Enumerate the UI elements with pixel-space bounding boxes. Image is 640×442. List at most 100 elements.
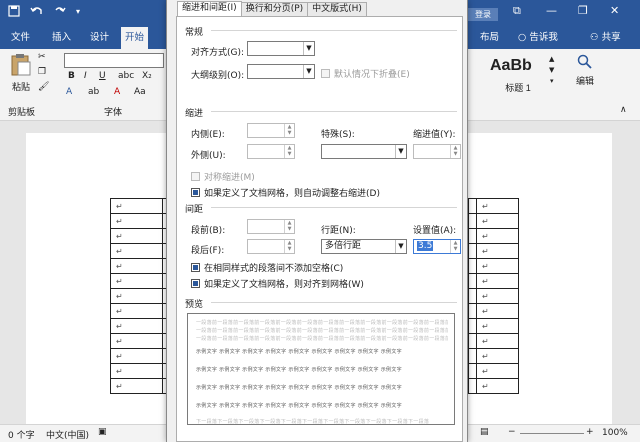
paste-button[interactable]: 粘贴 <box>8 53 34 93</box>
change-case-icon[interactable]: Aa <box>134 87 146 97</box>
search-icon <box>577 54 592 69</box>
style-gallery-item[interactable]: AaBb 标题 1 <box>490 57 546 93</box>
tab-file[interactable]: 文件 <box>7 27 34 49</box>
auto-adjust-indent-checkbox[interactable]: 如果定义了文档网格，则自动调整右缩进(D) <box>191 186 380 199</box>
preview-section-title: 预览 <box>185 300 204 310</box>
strikethrough-button[interactable]: abc <box>118 71 134 81</box>
zoom-out-icon[interactable]: − <box>508 427 516 437</box>
outline-level-combo[interactable]: ▼ <box>247 64 315 79</box>
read-mode-icon[interactable]: ▤ <box>480 427 489 437</box>
minimize-icon[interactable]: — <box>546 4 557 17</box>
subscript-button[interactable]: X₂ <box>142 71 152 81</box>
language-indicator[interactable]: 中文(中国) <box>46 428 89 441</box>
tab-asian-typography[interactable]: 中文版式(H) <box>307 2 367 16</box>
cut-icon[interactable]: ✂ <box>38 52 46 62</box>
zoom-in-icon[interactable]: + <box>586 427 594 437</box>
restore-icon[interactable]: ❐ <box>578 4 588 17</box>
divider <box>211 302 457 303</box>
document-table-right[interactable]: ↵ ↵ ↵ ↵ ↵ ↵ ↵ ↵ ↵ ↵ ↵ ↵ ↵ <box>468 198 519 394</box>
redo-icon[interactable] <box>54 5 66 20</box>
document-table-left[interactable]: ↵ ↵ ↵ ↵ ↵ ↵ ↵ ↵ ↵ ↵ ↵ ↵ ↵ <box>110 198 169 394</box>
layout-icon[interactable]: ▣ <box>98 427 107 437</box>
line-spacing-label: 行距(N): <box>321 226 356 236</box>
edit-button[interactable]: 编辑 <box>572 53 598 87</box>
indent-value-label: 缩进值(Y): <box>413 130 456 140</box>
format-painter-icon[interactable]: 🖌 <box>38 82 49 92</box>
inside-indent-spinner[interactable]: ▲ ▼ <box>247 123 295 138</box>
space-after-label: 段后(F): <box>191 246 225 256</box>
indent-section-title: 缩进 <box>185 109 204 119</box>
login-button[interactable]: 登录 <box>468 8 498 21</box>
font-group-label: 字体 <box>104 108 123 118</box>
preview-prev-paragraph: 一段落前一段落前一段落前一段落前一段落前一段落前一段落前一段落前一段落前一段落前… <box>196 336 448 342</box>
spacing-section-title: 间距 <box>185 205 204 215</box>
divider <box>211 207 457 208</box>
tell-me-button[interactable]: ○ 告诉我 <box>514 27 562 49</box>
preview-sample-line: 示例文字 示例文字 示例文字 示例文字 示例文字 示例文字 示例文字 示例文字 … <box>196 403 402 409</box>
special-indent-combo[interactable]: ▼ <box>321 144 407 159</box>
share-button[interactable]: ⚇ 共享 <box>586 27 625 49</box>
tab-insert[interactable]: 插入 <box>48 27 75 49</box>
font-color-icon[interactable]: A <box>114 87 120 97</box>
chevron-down-icon: ▼ <box>303 42 314 55</box>
spinner-arrows-icon[interactable]: ▲ ▼ <box>284 220 294 233</box>
space-after-spinner[interactable]: ▲ ▼ <box>247 239 295 254</box>
tab-design[interactable]: 设计 <box>86 27 113 49</box>
divider <box>211 111 457 112</box>
preview-sample-line: 示例文字 示例文字 示例文字 示例文字 示例文字 示例文字 示例文字 示例文字 … <box>196 349 402 355</box>
underline-button[interactable]: U <box>99 71 106 81</box>
undo-icon[interactable] <box>30 5 44 20</box>
preview-box: 一段落前一段落前一段落前一段落前一段落前一段落前一段落前一段落前一段落前一段落前… <box>187 313 455 425</box>
spinner-arrows-icon[interactable]: ▲ ▼ <box>284 145 294 158</box>
bold-button[interactable]: B <box>68 71 75 81</box>
indent-value-spinner[interactable]: ▲ ▼ <box>413 144 461 159</box>
tab-home[interactable]: 开始 <box>121 27 149 49</box>
clipboard-icon <box>11 54 31 76</box>
tab-line-page-breaks[interactable]: 换行和分页(P) <box>240 2 309 16</box>
collapse-default-checkbox[interactable]: 默认情况下折叠(E) <box>321 67 410 80</box>
general-section-title: 常规 <box>185 28 204 38</box>
space-before-spinner[interactable]: ▲ ▼ <box>247 219 295 234</box>
preview-prev-paragraph: 一段落前一段落前一段落前一段落前一段落前一段落前一段落前一段落前一段落前一段落前… <box>196 320 448 326</box>
quick-access-toolbar: ▾ <box>8 5 80 20</box>
snap-to-grid-checkbox[interactable]: 如果定义了文档网格，则对齐到网格(W) <box>191 277 364 290</box>
mirror-indent-checkbox[interactable]: 对称缩进(M) <box>191 170 255 183</box>
preview-sample-line: 示例文字 示例文字 示例文字 示例文字 示例文字 示例文字 示例文字 示例文字 … <box>196 367 402 373</box>
spacing-value-spinner[interactable]: 3.5 ▲ ▼ <box>413 239 461 254</box>
close-icon[interactable]: ✕ <box>610 4 619 17</box>
align-label: 对齐方式(G): <box>191 48 245 58</box>
spinner-arrows-icon[interactable]: ▲ ▼ <box>284 240 294 253</box>
spinner-arrows-icon[interactable]: ▲ ▼ <box>450 240 460 253</box>
preview-sample-line: 示例文字 示例文字 示例文字 示例文字 示例文字 示例文字 示例文字 示例文字 … <box>196 385 402 391</box>
no-space-same-style-checkbox[interactable]: 在相同样式的段落间不添加空格(C) <box>191 261 343 274</box>
line-spacing-combo[interactable]: 多倍行距 ▼ <box>321 239 407 254</box>
clipboard-group-label: 剪贴板 <box>8 108 36 118</box>
italic-button[interactable]: I <box>84 71 87 81</box>
spinner-arrows-icon[interactable]: ▲ ▼ <box>450 145 460 158</box>
customize-qat-icon[interactable]: ▾ <box>76 7 80 20</box>
person-icon: ⚇ <box>590 32 599 43</box>
zoom-level[interactable]: 100% <box>602 428 628 438</box>
chevron-down-icon: ▼ <box>395 240 406 253</box>
paragraph-dialog: 缩进和间距(I) 换行和分页(P) 中文版式(H) 常规 对齐方式(G): ▼ … <box>166 0 468 442</box>
outside-indent-spinner[interactable]: ▲ ▼ <box>247 144 295 159</box>
ribbon-display-icon[interactable]: ⧉ <box>513 4 521 18</box>
chevron-down-icon: ▼ <box>303 65 314 78</box>
text-effects-icon[interactable]: A <box>66 87 72 97</box>
highlight-icon[interactable]: ab <box>88 87 99 97</box>
chevron-down-icon: ▼ <box>395 145 406 158</box>
spacing-value-label: 设置值(A): <box>413 226 457 236</box>
style-gallery-scroll[interactable]: ▲ ▼ ▾ <box>549 54 554 87</box>
zoom-slider[interactable] <box>520 433 584 434</box>
collapse-ribbon-icon[interactable]: ∧ <box>620 105 627 115</box>
tab-indent-spacing[interactable]: 缩进和间距(I) <box>177 1 242 17</box>
copy-icon[interactable]: ❐ <box>38 67 46 77</box>
align-combo[interactable]: ▼ <box>247 41 315 56</box>
spinner-arrows-icon[interactable]: ▲ ▼ <box>284 124 294 137</box>
word-count[interactable]: 0 个字 <box>8 428 35 441</box>
preview-prev-paragraph: 一段落前一段落前一段落前一段落前一段落前一段落前一段落前一段落前一段落前一段落前… <box>196 328 448 334</box>
font-name-combo[interactable] <box>64 53 164 68</box>
save-icon[interactable] <box>8 5 20 20</box>
preview-next-paragraph: 下一段落下一段落下一段落下一段落下一段落下一段落下一段落下一段落下一段落下一段落… <box>196 419 430 425</box>
tab-layout[interactable]: 布局 <box>476 27 503 49</box>
